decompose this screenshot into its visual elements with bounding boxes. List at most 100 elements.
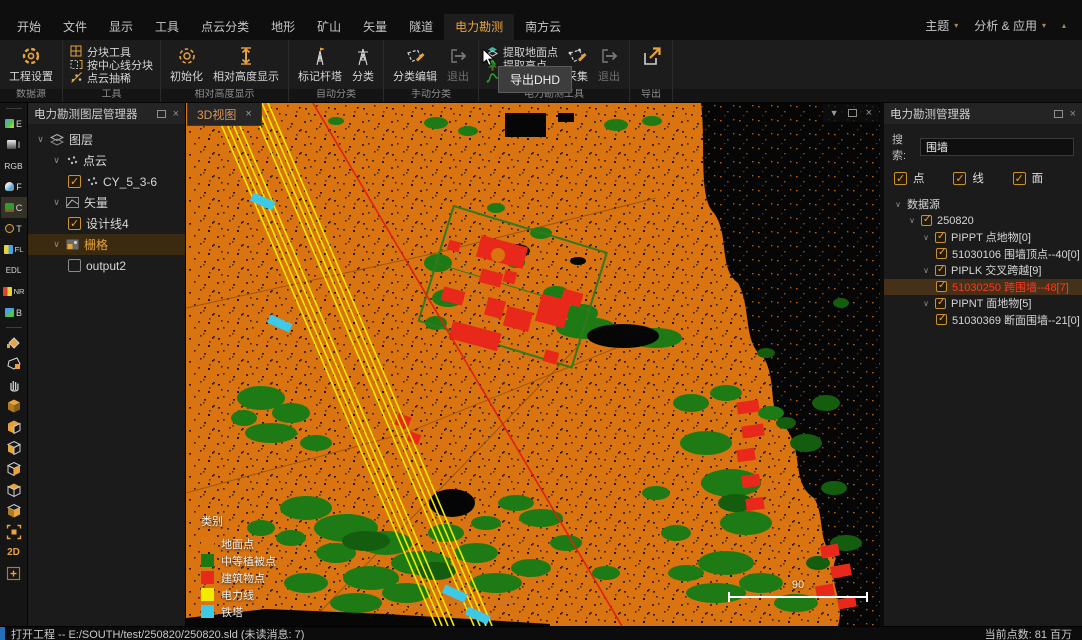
- tree-item-design-line[interactable]: 设计线4: [28, 213, 185, 234]
- close-panel-icon[interactable]: ×: [173, 109, 179, 119]
- theme-dropdown[interactable]: 主题▾: [925, 17, 958, 34]
- menu-file[interactable]: 文件: [52, 14, 98, 40]
- chevron-down-icon[interactable]: ∨: [908, 216, 916, 225]
- checkbox[interactable]: [936, 281, 947, 292]
- tree-item-pipnt[interactable]: ∨ PIPNT 面地物[5]: [884, 295, 1082, 312]
- checkbox[interactable]: [935, 232, 946, 243]
- chevron-down-icon[interactable]: ∨: [52, 197, 61, 208]
- menu-tunnel[interactable]: 隧道: [398, 14, 444, 40]
- view-bottom[interactable]: [1, 500, 27, 521]
- tree-item-raster-group[interactable]: ∨ 栅格: [28, 234, 185, 255]
- checkbox[interactable]: [936, 248, 947, 259]
- checkbox[interactable]: [894, 172, 907, 185]
- select-bucket-tool[interactable]: [1, 332, 27, 353]
- tree-item-section-wall[interactable]: 51030369 断面围墙--21[0]: [884, 312, 1082, 329]
- project-settings-button[interactable]: 工程设置: [7, 42, 55, 87]
- checkbox[interactable]: [68, 175, 81, 188]
- relative-height-display-button[interactable]: 相对高度显示: [211, 42, 281, 87]
- tree-item-output2[interactable]: output2: [28, 255, 185, 276]
- chevron-down-icon[interactable]: ∨: [52, 155, 61, 166]
- view-2d[interactable]: 2D: [1, 542, 27, 563]
- collapse-ribbon-button[interactable]: ▴: [1062, 21, 1066, 30]
- classify-edit-button[interactable]: 分类编辑: [391, 42, 439, 87]
- select-polygon-tool[interactable]: [1, 353, 27, 374]
- filter-point[interactable]: 点: [894, 170, 953, 186]
- add-view-button[interactable]: [1, 563, 27, 584]
- menu-tools[interactable]: 工具: [144, 14, 190, 40]
- tooltip-export-dhd: 导出DHD: [498, 66, 572, 93]
- exit-collect-button[interactable]: 退出: [596, 42, 622, 87]
- chevron-down-icon[interactable]: ∨: [922, 233, 930, 242]
- viewport-3d[interactable]: 3D视图× ▼ × 类别 地面点 中等植被点 建筑物点 电力线 铁塔 90: [186, 103, 880, 626]
- tree-item-crossing-wall[interactable]: 51030250 跨围墙--48[7]: [884, 279, 1082, 296]
- analysis-apps-dropdown[interactable]: 分析 & 应用▾: [974, 17, 1046, 34]
- tree-item-pointcloud-group[interactable]: ∨ 点云: [28, 150, 185, 171]
- render-mode-fl[interactable]: FL: [1, 239, 27, 260]
- checkbox[interactable]: [953, 172, 966, 185]
- view-right[interactable]: [1, 458, 27, 479]
- menu-mine[interactable]: 矿山: [306, 14, 352, 40]
- tree-item-pointcloud-file[interactable]: CY_5_3-6: [28, 171, 185, 192]
- chevron-down-icon[interactable]: ∨: [36, 134, 45, 145]
- view-left[interactable]: [1, 437, 27, 458]
- tree-item-piplk[interactable]: ∨ PIPLK 交叉跨越[9]: [884, 262, 1082, 279]
- float-panel-icon[interactable]: [848, 109, 857, 117]
- render-mode-time[interactable]: T: [1, 218, 27, 239]
- float-panel-icon[interactable]: [157, 110, 166, 118]
- tree-item-vector-group[interactable]: ∨ 矢量: [28, 192, 185, 213]
- menu-power-survey[interactable]: 电力勘测: [444, 14, 514, 40]
- classify-button[interactable]: 分类: [350, 42, 376, 87]
- initialize-button[interactable]: 初始化: [168, 42, 205, 87]
- menu-pointcloud-classify[interactable]: 点云分类: [190, 14, 260, 40]
- filter-line[interactable]: 线: [953, 170, 1012, 186]
- search-input[interactable]: [920, 138, 1074, 156]
- tree-item-wall-top-points[interactable]: 51030106 围墙顶点--40[0]: [884, 246, 1082, 263]
- checkbox[interactable]: [68, 217, 81, 230]
- exit-edit-button[interactable]: 退出: [445, 42, 471, 87]
- thin-pointcloud-button[interactable]: 点云抽稀: [70, 71, 153, 84]
- view-back[interactable]: [1, 479, 27, 500]
- menu-terrain[interactable]: 地形: [260, 14, 306, 40]
- close-tab-icon[interactable]: ×: [245, 108, 251, 120]
- mark-tower-button[interactable]: 标记杆塔: [296, 42, 344, 87]
- view-front[interactable]: [1, 416, 27, 437]
- chevron-down-icon[interactable]: ∨: [52, 239, 61, 250]
- tree-item-layers[interactable]: ∨ 图层: [28, 129, 185, 150]
- tree-item-project[interactable]: ∨ 250820: [884, 213, 1082, 230]
- filter-area[interactable]: 面: [1013, 170, 1072, 186]
- checkbox[interactable]: [1013, 172, 1026, 185]
- close-panel-icon[interactable]: ×: [1070, 109, 1076, 119]
- render-mode-elevation[interactable]: E: [1, 113, 27, 134]
- render-mode-classification[interactable]: C: [1, 197, 27, 218]
- view-top[interactable]: [1, 395, 27, 416]
- view-full-extent[interactable]: [1, 521, 27, 542]
- menu-south-cloud[interactable]: 南方云: [514, 14, 572, 40]
- render-mode-rgb[interactable]: RGB: [1, 155, 27, 176]
- render-mode-intensity[interactable]: I: [1, 134, 27, 155]
- checkbox[interactable]: [935, 265, 946, 276]
- chevron-down-icon[interactable]: ∨: [922, 266, 930, 275]
- checkbox[interactable]: [935, 298, 946, 309]
- point-cloud-scene[interactable]: [186, 103, 880, 626]
- close-panel-icon[interactable]: ×: [866, 107, 872, 119]
- export-dhd-button[interactable]: [637, 42, 665, 87]
- menu-vector[interactable]: 矢量: [352, 14, 398, 40]
- render-mode-blend[interactable]: B: [1, 302, 27, 323]
- tab-list-dropdown-icon[interactable]: ▼: [830, 108, 839, 118]
- menu-display[interactable]: 显示: [98, 14, 144, 40]
- tree-item-pippt[interactable]: ∨ PIPPT 点地物[0]: [884, 229, 1082, 246]
- render-mode-edl[interactable]: EDL: [1, 260, 27, 281]
- checkbox[interactable]: [68, 259, 81, 272]
- checkbox[interactable]: [921, 215, 932, 226]
- render-mode-nr[interactable]: NR: [1, 281, 27, 302]
- pan-hand-tool[interactable]: [1, 374, 27, 395]
- chevron-down-icon[interactable]: ∨: [894, 200, 902, 209]
- viewport-tab-3d[interactable]: 3D视图×: [187, 103, 262, 126]
- checkbox[interactable]: [936, 314, 947, 325]
- tree-item-datasource[interactable]: ∨ 数据源: [884, 196, 1082, 213]
- float-panel-icon[interactable]: [1054, 110, 1063, 118]
- render-mode-fusion[interactable]: F: [1, 176, 27, 197]
- menu-start[interactable]: 开始: [6, 14, 52, 40]
- tower-flag-icon: [309, 44, 331, 68]
- chevron-down-icon[interactable]: ∨: [922, 299, 930, 308]
